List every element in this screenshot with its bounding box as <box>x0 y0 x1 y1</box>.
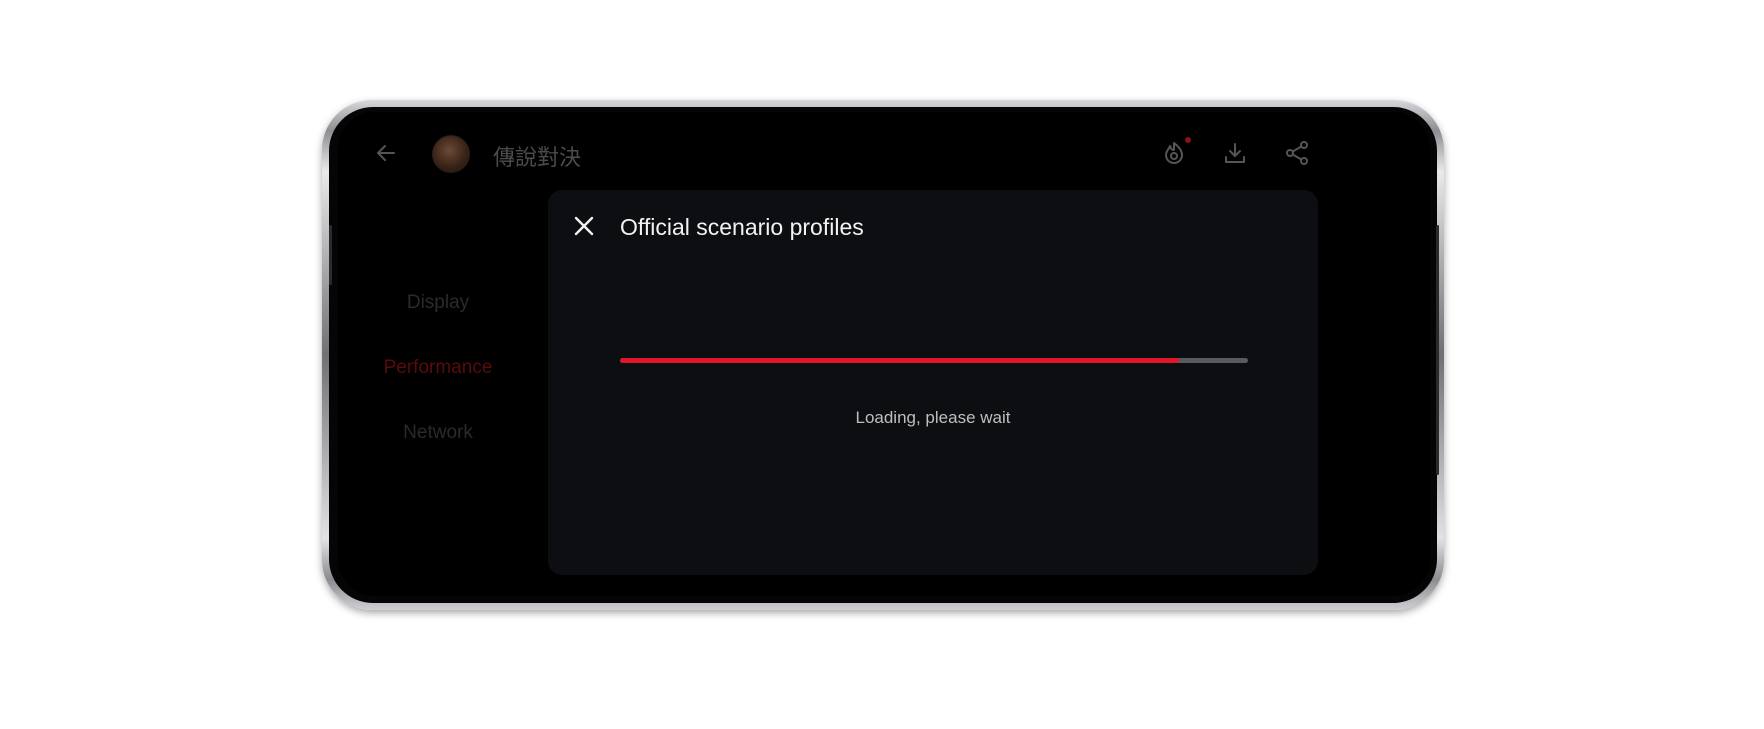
close-icon[interactable] <box>570 212 598 240</box>
loading-progress-bar <box>620 358 1248 363</box>
dialog-title: Official scenario profiles <box>620 214 864 240</box>
share-icon[interactable] <box>1282 138 1312 168</box>
back-arrow-icon[interactable] <box>372 139 400 167</box>
device-stage: 傳說對決 Display Performance Network Officia… <box>0 0 1764 729</box>
power-button <box>1436 225 1439 475</box>
volume-button <box>329 225 332 285</box>
menu-item-display[interactable]: Display <box>338 292 538 314</box>
app-header: 傳說對決 <box>338 112 1430 182</box>
game-avatar <box>432 135 470 173</box>
loading-progress-fill <box>620 358 1179 363</box>
phone-screen: 傳說對決 Display Performance Network Officia… <box>338 112 1430 596</box>
menu-item-performance[interactable]: Performance <box>338 357 538 379</box>
notification-dot <box>1185 137 1191 143</box>
app-title: 傳說對決 <box>493 146 582 171</box>
menu-item-network[interactable]: Network <box>338 422 538 444</box>
game-genie-icon[interactable] <box>1159 138 1189 168</box>
scenario-profiles-dialog: Official scenario profiles Loading, plea… <box>548 190 1318 575</box>
download-icon[interactable] <box>1220 138 1250 168</box>
loading-status-text: Loading, please wait <box>855 408 1011 427</box>
